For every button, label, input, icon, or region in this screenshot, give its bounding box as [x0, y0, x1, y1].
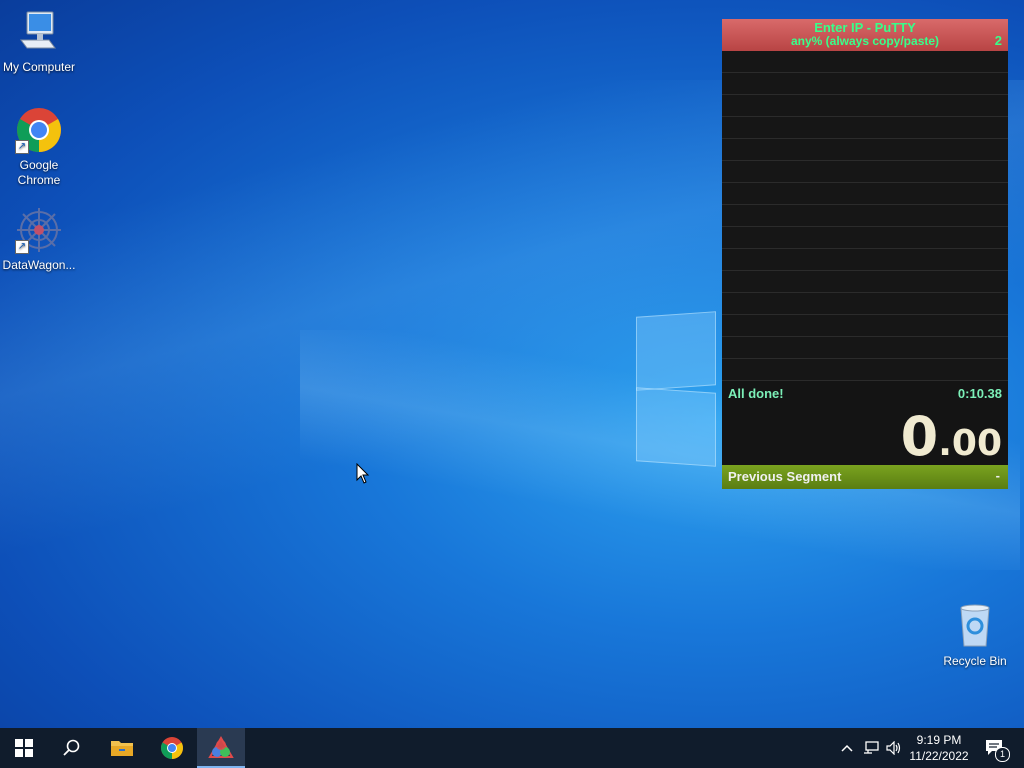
computer-icon	[15, 8, 63, 56]
desktop-icon-google-chrome[interactable]: ↗ Google Chrome	[1, 106, 77, 188]
status-label: All done!	[728, 386, 784, 401]
taskbar-clock[interactable]: 9:19 PM 11/22/2022	[904, 732, 974, 764]
volume-button[interactable]	[884, 728, 904, 768]
split-row	[722, 227, 1008, 249]
desktop-icon-datawagon[interactable]: ↗ DataWagon...	[1, 206, 77, 273]
chrome-icon: ↗	[15, 106, 63, 154]
split-row	[722, 161, 1008, 183]
file-explorer-button[interactable]	[98, 728, 146, 768]
split-row	[722, 249, 1008, 271]
action-center-button[interactable]: 1	[980, 728, 1010, 768]
network-icon	[864, 741, 879, 754]
chrome-icon	[161, 737, 183, 759]
desktop-icon-label: Google Chrome	[17, 158, 61, 187]
wallpaper-windows-logo	[636, 304, 720, 467]
split-row	[722, 205, 1008, 227]
split-row	[722, 183, 1008, 205]
timer-header: Enter IP - PuTTY any% (always copy/paste…	[722, 19, 1008, 51]
speaker-icon	[886, 741, 901, 755]
split-row	[722, 315, 1008, 337]
livesplit-icon	[208, 736, 234, 758]
split-row	[722, 117, 1008, 139]
chrome-taskbar-button[interactable]	[148, 728, 196, 768]
split-row	[722, 139, 1008, 161]
windows-start-icon	[15, 739, 33, 757]
datawagon-icon: ↗	[15, 206, 63, 254]
desktop-icon-my-computer[interactable]: My Computer	[1, 8, 77, 75]
desktop-icon-recycle-bin[interactable]: Recycle Bin	[937, 602, 1013, 669]
splits-timer-window[interactable]: Enter IP - PuTTY any% (always copy/paste…	[722, 19, 1008, 489]
main-timer-whole: 0	[900, 405, 939, 468]
chevron-up-icon	[841, 744, 853, 752]
taskbar: 9:19 PM 11/22/2022 1	[0, 728, 1024, 768]
main-timer-fraction: .00	[938, 423, 1002, 464]
split-row	[722, 51, 1008, 73]
shortcut-arrow-icon: ↗	[15, 240, 29, 254]
desktop-icon-label: Recycle Bin	[943, 654, 1007, 668]
split-row	[722, 95, 1008, 117]
split-row	[722, 359, 1008, 381]
split-row	[722, 271, 1008, 293]
recycle-bin-icon	[951, 602, 999, 650]
clock-time: 9:19 PM	[916, 733, 962, 747]
network-button[interactable]	[861, 728, 881, 768]
splits-list	[722, 51, 1008, 381]
show-hidden-icons-button[interactable]	[838, 728, 856, 768]
status-time: 0:10.38	[957, 386, 1002, 401]
split-row	[722, 73, 1008, 95]
game-title: Enter IP - PuTTY	[814, 20, 916, 35]
file-explorer-icon	[111, 741, 133, 756]
mouse-cursor-icon	[356, 462, 370, 490]
desktop-icon-label: DataWagon...	[2, 258, 76, 272]
desktop-icon-label: My Computer	[2, 60, 76, 74]
previous-segment-label: Previous Segment	[728, 469, 842, 484]
livesplit-taskbar-button[interactable]	[197, 728, 245, 768]
split-row	[722, 337, 1008, 359]
previous-segment-value: -	[995, 468, 1000, 483]
search-button[interactable]	[48, 728, 96, 768]
split-row	[722, 293, 1008, 315]
attempt-count: 2	[994, 33, 1002, 48]
notification-count-badge: 1	[995, 747, 1010, 762]
start-button[interactable]	[0, 728, 48, 768]
main-timer: 0.00	[901, 405, 1002, 468]
shortcut-arrow-icon: ↗	[15, 140, 29, 154]
run-category: any% (always copy/paste)	[790, 34, 940, 48]
previous-segment-bar: Previous Segment -	[722, 465, 1008, 489]
search-icon	[63, 739, 80, 756]
clock-date: 11/22/2022	[909, 749, 969, 763]
